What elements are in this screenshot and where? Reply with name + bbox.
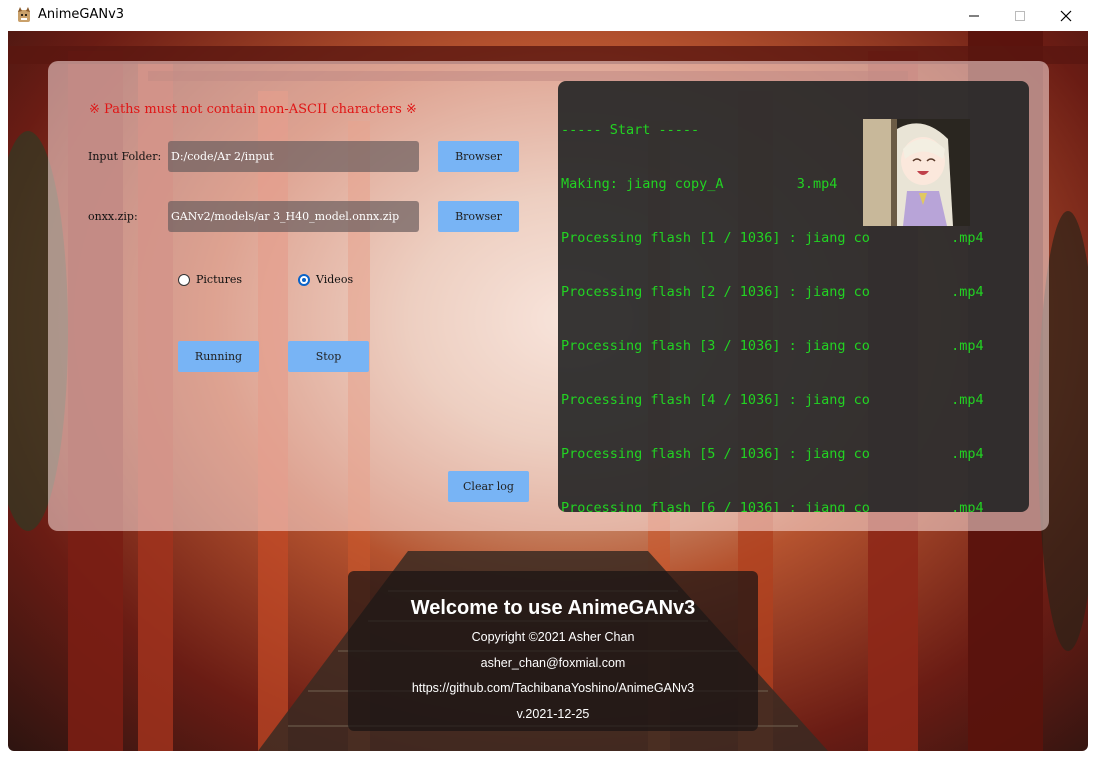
videos-radio-label: Videos: [316, 273, 354, 286]
email-text: asher_chan@foxmial.com: [480, 656, 626, 670]
pictures-radio-label: Pictures: [196, 273, 242, 286]
window-title: AnimeGANv3: [38, 7, 125, 22]
minimize-icon: [969, 15, 979, 16]
onnx-model-field[interactable]: GANv2/models/ar 3_H40_model.onnx.zip: [168, 201, 419, 232]
close-icon: [1060, 10, 1072, 21]
radio-checked-icon: [298, 273, 310, 286]
copyright-text: Copyright ©2021 Asher Chan: [471, 630, 635, 644]
input-folder-label: Input Folder:: [88, 150, 162, 163]
ascii-warning: ※ Paths must not contain non-ASCII chara…: [89, 102, 417, 117]
github-link[interactable]: https://github.com/TachibanaYoshino/Anim…: [348, 681, 758, 695]
maximize-button[interactable]: [997, 0, 1043, 31]
onnx-label: onxx.zip:: [88, 210, 138, 223]
input-folder-field[interactable]: D:/code/Ar 2/input: [168, 141, 419, 172]
app-window: AnimeGANv3 ※ Paths must not contain non-…: [0, 0, 1096, 759]
log-line: Processing flash [3 / 1036] : jiang co .…: [561, 338, 984, 354]
close-button[interactable]: [1043, 0, 1089, 31]
log-line: Processing flash [2 / 1036] : jiang co .…: [561, 284, 984, 300]
pictures-radio[interactable]: Pictures: [178, 273, 242, 286]
running-button[interactable]: Running: [178, 341, 259, 372]
log-line: Processing flash [1 / 1036] : jiang co .…: [561, 230, 984, 246]
anime-character-image: [863, 119, 970, 226]
log-line: Processing flash [4 / 1036] : jiang co .…: [561, 392, 984, 408]
videos-radio[interactable]: Videos: [298, 273, 353, 286]
stop-button[interactable]: Stop: [288, 341, 369, 372]
browse-onnx-button[interactable]: Browser: [438, 201, 519, 232]
title-bar: AnimeGANv3: [0, 0, 1096, 31]
radio-unchecked-icon: [178, 273, 190, 286]
welcome-box: Welcome to use AnimeGANv3 Copyright ©202…: [348, 571, 758, 731]
welcome-title: Welcome to use AnimeGANv3: [410, 597, 696, 619]
log-line: Processing flash [6 / 1036] : jiang co .…: [561, 500, 984, 512]
log-line: Processing flash [5 / 1036] : jiang co .…: [561, 446, 984, 462]
browse-input-button[interactable]: Browser: [438, 141, 519, 172]
cat-app-icon: [16, 7, 32, 23]
clear-log-button[interactable]: Clear log: [448, 471, 529, 502]
version-text: v.2021-12-25: [516, 707, 590, 721]
minimize-button[interactable]: [951, 0, 997, 31]
log-panel[interactable]: ----- Start ----- Making: jiang copy_A 3…: [558, 81, 1029, 512]
maximize-icon: [1015, 10, 1025, 21]
